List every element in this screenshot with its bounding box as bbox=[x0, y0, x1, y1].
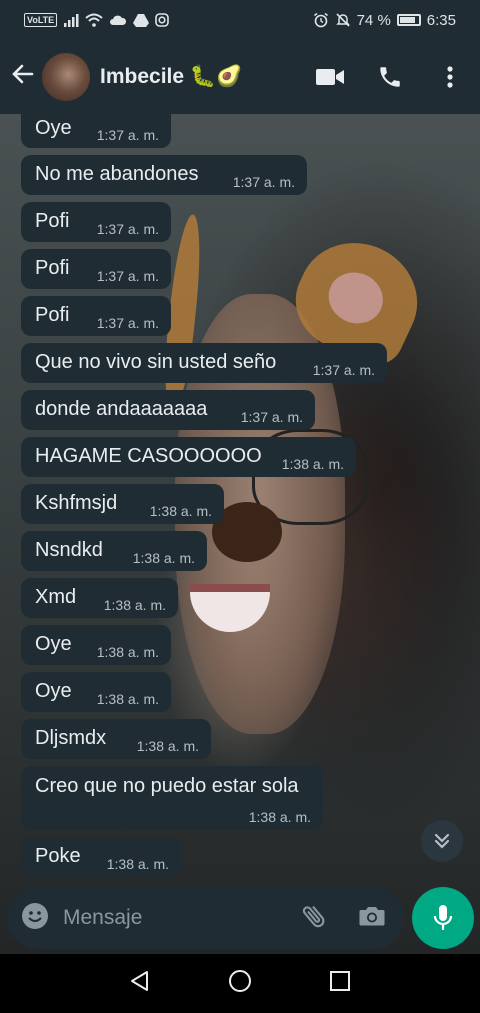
message-time: 1:37 a. m. bbox=[96, 127, 159, 143]
message-bubble[interactable]: Pofi 1:37 a. m. bbox=[21, 296, 171, 336]
message-text: Xmd bbox=[35, 586, 77, 608]
volte-badge: VoLTE bbox=[24, 13, 58, 27]
back-arrow-icon[interactable] bbox=[8, 61, 38, 93]
more-options-icon[interactable] bbox=[420, 65, 480, 89]
message-bubble[interactable]: Oye 1:37 a. m. bbox=[21, 114, 171, 148]
message-text: Dljsmdx bbox=[35, 727, 107, 749]
message-time: 1:37 a. m. bbox=[96, 268, 159, 284]
double-chevron-down-icon bbox=[434, 833, 450, 849]
cloud-icon bbox=[110, 15, 127, 25]
message-bubble[interactable]: Pofi 1:37 a. m. bbox=[21, 202, 171, 242]
message-time: 1:37 a. m. bbox=[96, 315, 159, 331]
message-text: Oye bbox=[35, 680, 72, 702]
camera-icon[interactable] bbox=[358, 904, 386, 933]
instagram-icon bbox=[155, 13, 169, 27]
message-bubble[interactable]: Kshfmsjd 1:38 a. m. bbox=[21, 484, 224, 524]
message-bubble[interactable]: Dljsmdx 1:38 a. m. bbox=[21, 719, 211, 759]
message-bubble[interactable]: Oye 1:38 a. m. bbox=[21, 625, 171, 665]
scroll-to-bottom-button[interactable] bbox=[421, 820, 463, 862]
message-time: 1:38 a. m. bbox=[96, 691, 159, 707]
message-time: 1:38 a. m. bbox=[132, 550, 195, 566]
clock: 6:35 bbox=[426, 11, 456, 29]
message-time: 1:38 a. m. bbox=[281, 456, 344, 472]
message-time: 1:38 a. m. bbox=[103, 597, 166, 613]
message-time: 1:38 a. m. bbox=[106, 856, 169, 872]
video-call-icon[interactable] bbox=[300, 66, 360, 88]
message-time: 1:38 a. m. bbox=[136, 738, 199, 754]
status-bar: VoLTE 74 % 6:35 bbox=[0, 0, 480, 40]
wifi-icon bbox=[85, 13, 103, 27]
avatar[interactable] bbox=[42, 53, 90, 101]
message-text: Creo que no puedo estar sola bbox=[35, 775, 299, 797]
attach-icon[interactable] bbox=[300, 902, 328, 935]
message-time: 1:37 a. m. bbox=[240, 409, 303, 425]
mute-bell-icon bbox=[335, 13, 350, 27]
message-text: donde andaaaaaaa bbox=[35, 398, 208, 420]
battery-percent: 74 % bbox=[356, 11, 391, 29]
message-input[interactable]: Mensaje bbox=[63, 906, 142, 930]
message-composer[interactable]: Mensaje bbox=[7, 887, 404, 949]
message-text: Oye bbox=[35, 117, 72, 139]
message-bubble[interactable]: donde andaaaaaaa 1:37 a. m. bbox=[21, 390, 315, 430]
message-bubble[interactable]: Nsndkd 1:38 a. m. bbox=[21, 531, 207, 571]
message-text: Pofi bbox=[35, 210, 70, 232]
phone-call-icon[interactable] bbox=[360, 64, 420, 90]
nav-home-icon[interactable] bbox=[228, 969, 252, 998]
message-time: 1:38 a. m. bbox=[248, 809, 311, 825]
message-text: Pofi bbox=[35, 257, 70, 279]
battery-icon bbox=[396, 14, 421, 26]
message-text: Pofi bbox=[35, 304, 70, 326]
signal-icon bbox=[64, 14, 79, 27]
message-time: 1:38 a. m. bbox=[149, 503, 212, 519]
message-text: Poke bbox=[35, 845, 81, 867]
drive-icon bbox=[133, 14, 150, 27]
message-bubble[interactable]: Poke 1:38 a. m. bbox=[21, 837, 181, 877]
nav-recents-icon[interactable] bbox=[329, 970, 351, 997]
chat-header: Imbecile 🐛🥑 bbox=[0, 40, 480, 114]
message-bubble[interactable]: No me abandones 1:37 a. m. bbox=[21, 155, 307, 195]
emoji-icon[interactable] bbox=[21, 902, 49, 935]
system-nav-bar bbox=[0, 954, 480, 1013]
microphone-icon bbox=[433, 905, 453, 930]
message-text: No me abandones bbox=[35, 163, 199, 185]
message-time: 1:37 a. m. bbox=[96, 221, 159, 237]
message-text: Oye bbox=[35, 633, 72, 655]
message-text: Nsndkd bbox=[35, 539, 103, 561]
message-bubble[interactable]: HAGAME CASOOOOOO 1:38 a. m. bbox=[21, 437, 356, 477]
message-text: Kshfmsjd bbox=[35, 492, 118, 514]
message-bubble[interactable]: Xmd 1:38 a. m. bbox=[21, 578, 178, 618]
message-bubble[interactable]: Creo que no puedo estar sola 1:38 a. m. bbox=[21, 766, 323, 830]
message-time: 1:38 a. m. bbox=[96, 644, 159, 660]
message-text: Que no vivo sin usted seño bbox=[35, 351, 277, 373]
message-time: 1:37 a. m. bbox=[312, 362, 375, 378]
alarm-icon bbox=[313, 12, 328, 28]
contact-name[interactable]: Imbecile 🐛🥑 bbox=[100, 65, 242, 89]
voice-message-button[interactable] bbox=[412, 887, 474, 949]
message-bubble[interactable]: Que no vivo sin usted seño 1:37 a. m. bbox=[21, 343, 387, 383]
message-text: HAGAME CASOOOOOO bbox=[35, 445, 262, 467]
nav-back-icon[interactable] bbox=[129, 970, 151, 997]
message-bubble[interactable]: Pofi 1:37 a. m. bbox=[21, 249, 171, 289]
message-bubble[interactable]: Oye 1:38 a. m. bbox=[21, 672, 171, 712]
message-time: 1:37 a. m. bbox=[232, 174, 295, 190]
